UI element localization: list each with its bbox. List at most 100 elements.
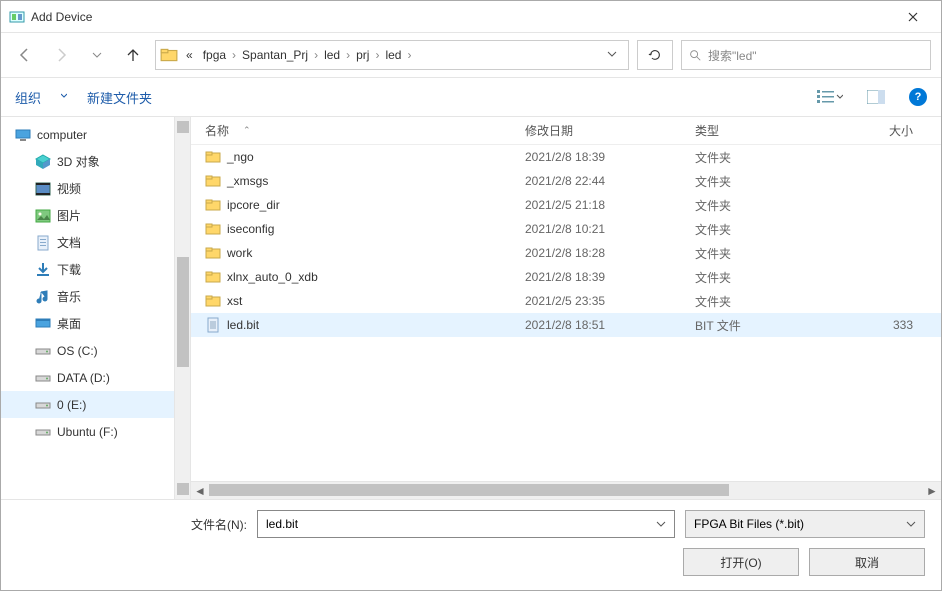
file-name: xst xyxy=(227,294,242,308)
forward-button[interactable] xyxy=(47,41,75,69)
recent-dropdown[interactable] xyxy=(83,41,111,69)
sidebar-item[interactable]: 视频 xyxy=(1,175,190,202)
app-icon xyxy=(9,9,25,25)
file-date: 2021/2/5 23:35 xyxy=(525,294,695,308)
scroll-right-icon: ► xyxy=(923,484,941,498)
file-row[interactable]: _ngo2021/2/8 18:39文件夹 xyxy=(191,145,941,169)
sidebar-item[interactable]: OS (C:) xyxy=(1,337,190,364)
file-name: led.bit xyxy=(227,318,259,332)
window-title: Add Device xyxy=(31,10,893,24)
sidebar-item-label: 图片 xyxy=(57,207,81,224)
back-button[interactable] xyxy=(11,41,39,69)
arrow-right-icon xyxy=(53,47,69,63)
column-name[interactable]: 名称⌃ xyxy=(205,122,525,139)
breadcrumb-overflow[interactable]: « xyxy=(182,46,197,64)
address-bar[interactable]: « fpga›Spantan_Prj›led›prj›led› xyxy=(155,40,629,70)
file-name: _xmsgs xyxy=(227,174,268,188)
horizontal-scrollbar[interactable]: ◄ ► xyxy=(191,481,941,499)
column-headers: 名称⌃ 修改日期 类型 大小 xyxy=(191,117,941,145)
search-box[interactable]: 搜索"led" xyxy=(681,40,931,70)
file-date: 2021/2/8 18:51 xyxy=(525,318,695,332)
sidebar-item-label: 3D 对象 xyxy=(57,153,100,170)
filename-input[interactable]: led.bit xyxy=(257,510,675,538)
file-type: 文件夹 xyxy=(695,269,845,286)
file-row[interactable]: work2021/2/8 18:28文件夹 xyxy=(191,241,941,265)
sidebar-item-label: OS (C:) xyxy=(57,344,98,358)
menu-caret-icon xyxy=(61,92,67,102)
organize-menu[interactable]: 组织 xyxy=(15,88,41,107)
file-row[interactable]: _xmsgs2021/2/8 22:44文件夹 xyxy=(191,169,941,193)
scroll-down-icon xyxy=(177,483,189,495)
scroll-up-icon xyxy=(177,121,189,133)
file-type: 文件夹 xyxy=(695,221,845,238)
file-type: 文件夹 xyxy=(695,197,845,214)
chevron-right-icon: › xyxy=(230,48,238,62)
sidebar: computer 3D 对象视频图片文档下载音乐桌面 OS (C:) DATA (D:… xyxy=(1,117,191,499)
sort-caret-icon: ⌃ xyxy=(243,125,251,136)
file-name: xlnx_auto_0_xdb xyxy=(227,270,318,284)
refresh-button[interactable] xyxy=(637,40,673,70)
column-size[interactable]: 大小 xyxy=(845,122,941,139)
help-button[interactable]: ? xyxy=(909,88,927,106)
file-row[interactable]: led.bit2021/2/8 18:51BIT 文件333 xyxy=(191,313,941,337)
sidebar-item[interactable]: 0 (E:) xyxy=(1,391,190,418)
breadcrumb-segment[interactable]: led xyxy=(381,46,405,64)
chevron-right-icon: › xyxy=(405,48,413,62)
sidebar-item[interactable]: computer xyxy=(1,121,190,148)
toolbar: 组织 新建文件夹 ? xyxy=(1,77,941,117)
breadcrumb-segment[interactable]: fpga xyxy=(199,46,230,64)
sidebar-item[interactable]: DATA (D:) xyxy=(1,364,190,391)
close-button[interactable] xyxy=(893,3,933,31)
chevron-down-icon xyxy=(92,50,102,60)
breadcrumb-segment[interactable]: prj xyxy=(352,46,373,64)
preview-pane-button[interactable] xyxy=(863,86,889,108)
column-type[interactable]: 类型 xyxy=(695,122,845,139)
file-type: 文件夹 xyxy=(695,173,845,190)
file-row[interactable]: ipcore_dir2021/2/5 21:18文件夹 xyxy=(191,193,941,217)
view-options-button[interactable] xyxy=(817,86,843,108)
address-dropdown[interactable] xyxy=(600,48,624,62)
scrollbar-thumb[interactable] xyxy=(177,257,189,367)
sidebar-item-label: computer xyxy=(37,128,87,142)
file-date: 2021/2/8 18:39 xyxy=(525,270,695,284)
sidebar-item[interactable]: 下载 xyxy=(1,256,190,283)
file-date: 2021/2/8 18:28 xyxy=(525,246,695,260)
sidebar-item-label: 下载 xyxy=(57,261,81,278)
preview-pane-icon xyxy=(867,90,885,104)
sidebar-scrollbar[interactable] xyxy=(174,117,190,499)
file-row[interactable]: xst 2021/2/5 23:35文件夹 xyxy=(191,289,941,313)
scrollbar-thumb[interactable] xyxy=(209,484,729,496)
file-row[interactable]: xlnx_auto_0_xdb 2021/2/8 18:39文件夹 xyxy=(191,265,941,289)
column-date[interactable]: 修改日期 xyxy=(525,122,695,139)
filetype-value: FPGA Bit Files (*.bit) xyxy=(694,517,804,531)
dialog-window: Add Device « fpga›Spantan_Prj›led›prj›le… xyxy=(0,0,942,591)
file-type: 文件夹 xyxy=(695,293,845,310)
filename-row: 文件名(N): led.bit FPGA Bit Files (*.bit) xyxy=(17,510,925,538)
search-placeholder: 搜索"led" xyxy=(708,47,757,64)
open-button[interactable]: 打开(O) xyxy=(683,548,799,576)
sidebar-item[interactable]: 音乐 xyxy=(1,283,190,310)
cancel-button[interactable]: 取消 xyxy=(809,548,925,576)
file-name: _ngo xyxy=(227,150,254,164)
search-icon xyxy=(688,48,702,62)
sidebar-item-label: 音乐 xyxy=(57,288,81,305)
button-row: 打开(O) 取消 xyxy=(17,548,925,576)
view-list-icon xyxy=(817,90,834,104)
filename-value: led.bit xyxy=(266,517,298,531)
new-folder-button[interactable]: 新建文件夹 xyxy=(87,88,152,107)
sidebar-item[interactable]: Ubuntu (F:) xyxy=(1,418,190,445)
file-pane: 名称⌃ 修改日期 类型 大小 _ngo2021/2/8 18:39文件夹_xms… xyxy=(191,117,941,499)
sidebar-item-label: DATA (D:) xyxy=(57,371,110,385)
up-button[interactable] xyxy=(119,41,147,69)
sidebar-item-label: 视频 xyxy=(57,180,81,197)
breadcrumb-segment[interactable]: led xyxy=(320,46,344,64)
sidebar-item-label: Ubuntu (F:) xyxy=(57,425,118,439)
breadcrumb-segment[interactable]: Spantan_Prj xyxy=(238,46,312,64)
filetype-select[interactable]: FPGA Bit Files (*.bit) xyxy=(685,510,925,538)
sidebar-item[interactable]: 3D 对象 xyxy=(1,148,190,175)
file-row[interactable]: iseconfig2021/2/8 10:21文件夹 xyxy=(191,217,941,241)
sidebar-item[interactable]: 文档 xyxy=(1,229,190,256)
arrow-up-icon xyxy=(125,47,141,63)
sidebar-item[interactable]: 图片 xyxy=(1,202,190,229)
sidebar-item[interactable]: 桌面 xyxy=(1,310,190,337)
